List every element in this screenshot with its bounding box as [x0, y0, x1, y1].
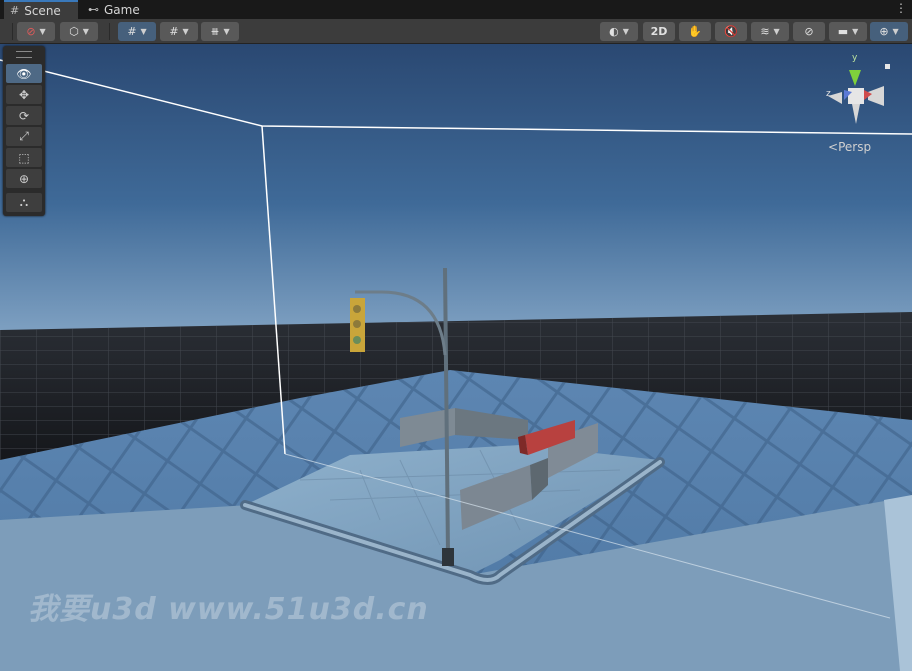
chevron-down-icon: ▼ — [140, 27, 147, 36]
layers-icon: ≋ — [760, 25, 770, 38]
move-tool-button[interactable]: ✥ — [6, 85, 42, 104]
custom-tool-button[interactable]: ⛬ — [6, 193, 42, 212]
rect-tool-button[interactable]: ⬚ — [6, 148, 42, 167]
tab-game-label: Game — [104, 2, 140, 17]
cube-icon: ⬡ — [69, 25, 79, 38]
chevron-down-icon: ▼ — [82, 27, 89, 36]
toolbar-divider — [109, 23, 110, 40]
tab-scene-label: Scene — [24, 3, 61, 18]
sphere-icon: ◐ — [609, 25, 619, 38]
draw-mode-icon: ⊘ — [26, 25, 36, 38]
custom-tool-icon: ⛬ — [19, 195, 29, 209]
transform-icon: ⊕ — [18, 171, 30, 186]
grid-snap-button[interactable]: # ▼ — [118, 22, 156, 41]
scene-viewport[interactable]: <Persp y z — [0, 44, 912, 671]
2d-toggle-button[interactable]: 2D — [643, 22, 675, 41]
grid-icon: # — [10, 4, 20, 17]
chevron-down-icon: ▼ — [852, 27, 859, 36]
eye-slash-icon: ⊘ — [804, 25, 814, 38]
rect-icon: ⬚ — [18, 150, 30, 165]
hidden-objects-button[interactable]: ⊘ — [793, 22, 825, 41]
projection-label[interactable]: <Persp — [828, 140, 871, 154]
more-options-icon[interactable]: ⋮ — [895, 1, 907, 15]
camera-icon: ▬ — [837, 25, 849, 38]
2d-label: 2D — [650, 25, 668, 38]
render-mode-button[interactable]: ◐ ▼ — [600, 22, 638, 41]
camera-button[interactable]: ▬ ▼ — [829, 22, 867, 41]
scale-tool-button[interactable]: ⤢ — [6, 127, 42, 146]
gamepad-icon: ⊷ — [88, 3, 99, 16]
tab-scene[interactable]: # Scene — [4, 0, 78, 19]
chevron-down-icon: ▼ — [223, 27, 230, 36]
move-icon: ✥ — [18, 87, 30, 102]
scene-toolbar: ⊘ ▼ ⬡ ▼ # ▼ # ▼ ⧻ ▼ ◐ ▼ 2D ✋ 🔇 ≋ ▼ ⊘ ▬ ▼ ⊕ ▼ — [0, 19, 912, 44]
transform-tool-button[interactable]: ⊕ — [6, 169, 42, 188]
tab-game[interactable]: ⊷ Game — [84, 0, 158, 19]
chevron-down-icon: ▼ — [773, 27, 780, 36]
grid-plane-button[interactable]: ⧻ ▼ — [201, 22, 239, 41]
gizmo-y-label: y — [852, 53, 858, 63]
tools-overlay: 👁 ✥ ⟳ ⤢ ⬚ ⊕ ⛬ — [3, 46, 45, 216]
chevron-down-icon: ▼ — [622, 27, 629, 36]
chevron-down-icon: ▼ — [182, 27, 189, 36]
scene-render — [0, 44, 912, 671]
grid-snap-icon: # — [127, 25, 137, 38]
audio-toggle-button[interactable]: 🔇 — [715, 22, 747, 41]
chevron-down-icon: ▼ — [892, 27, 899, 36]
gizmo-z-label: z — [826, 89, 831, 99]
rotate-tool-button[interactable]: ⟳ — [6, 106, 42, 125]
lighting-toggle-button[interactable]: ✋ — [679, 22, 711, 41]
watermark: 我要u3d www.51u3d.cn — [28, 592, 429, 627]
increment-snap-button[interactable]: # ▼ — [160, 22, 198, 41]
perspective-icon: < — [828, 140, 839, 154]
gizmos-button[interactable]: ⊕ ▼ — [870, 22, 908, 41]
toolbar-divider — [12, 23, 13, 40]
view-tool-button[interactable]: 👁 — [6, 64, 42, 83]
overlay-drag-handle[interactable] — [16, 51, 32, 58]
snap-increment-icon: # — [169, 25, 179, 38]
gizmo-icon: ⊕ — [879, 25, 889, 38]
draw-mode-button[interactable]: ⊘ ▼ — [17, 22, 55, 41]
chevron-down-icon: ▼ — [39, 27, 46, 36]
lighting-icon: ✋ — [688, 25, 702, 38]
rotate-icon: ⟳ — [18, 108, 30, 123]
effects-button[interactable]: ≋ ▼ — [751, 22, 789, 41]
tab-bar: # Scene ⊷ Game ⋮ — [0, 0, 912, 19]
grid-plane-icon: ⧻ — [210, 25, 220, 38]
scale-icon: ⤢ — [19, 129, 29, 143]
shading-mode-button[interactable]: ⬡ ▼ — [60, 22, 98, 41]
eye-icon: 👁 — [16, 66, 32, 81]
audio-mute-icon: 🔇 — [724, 25, 738, 38]
